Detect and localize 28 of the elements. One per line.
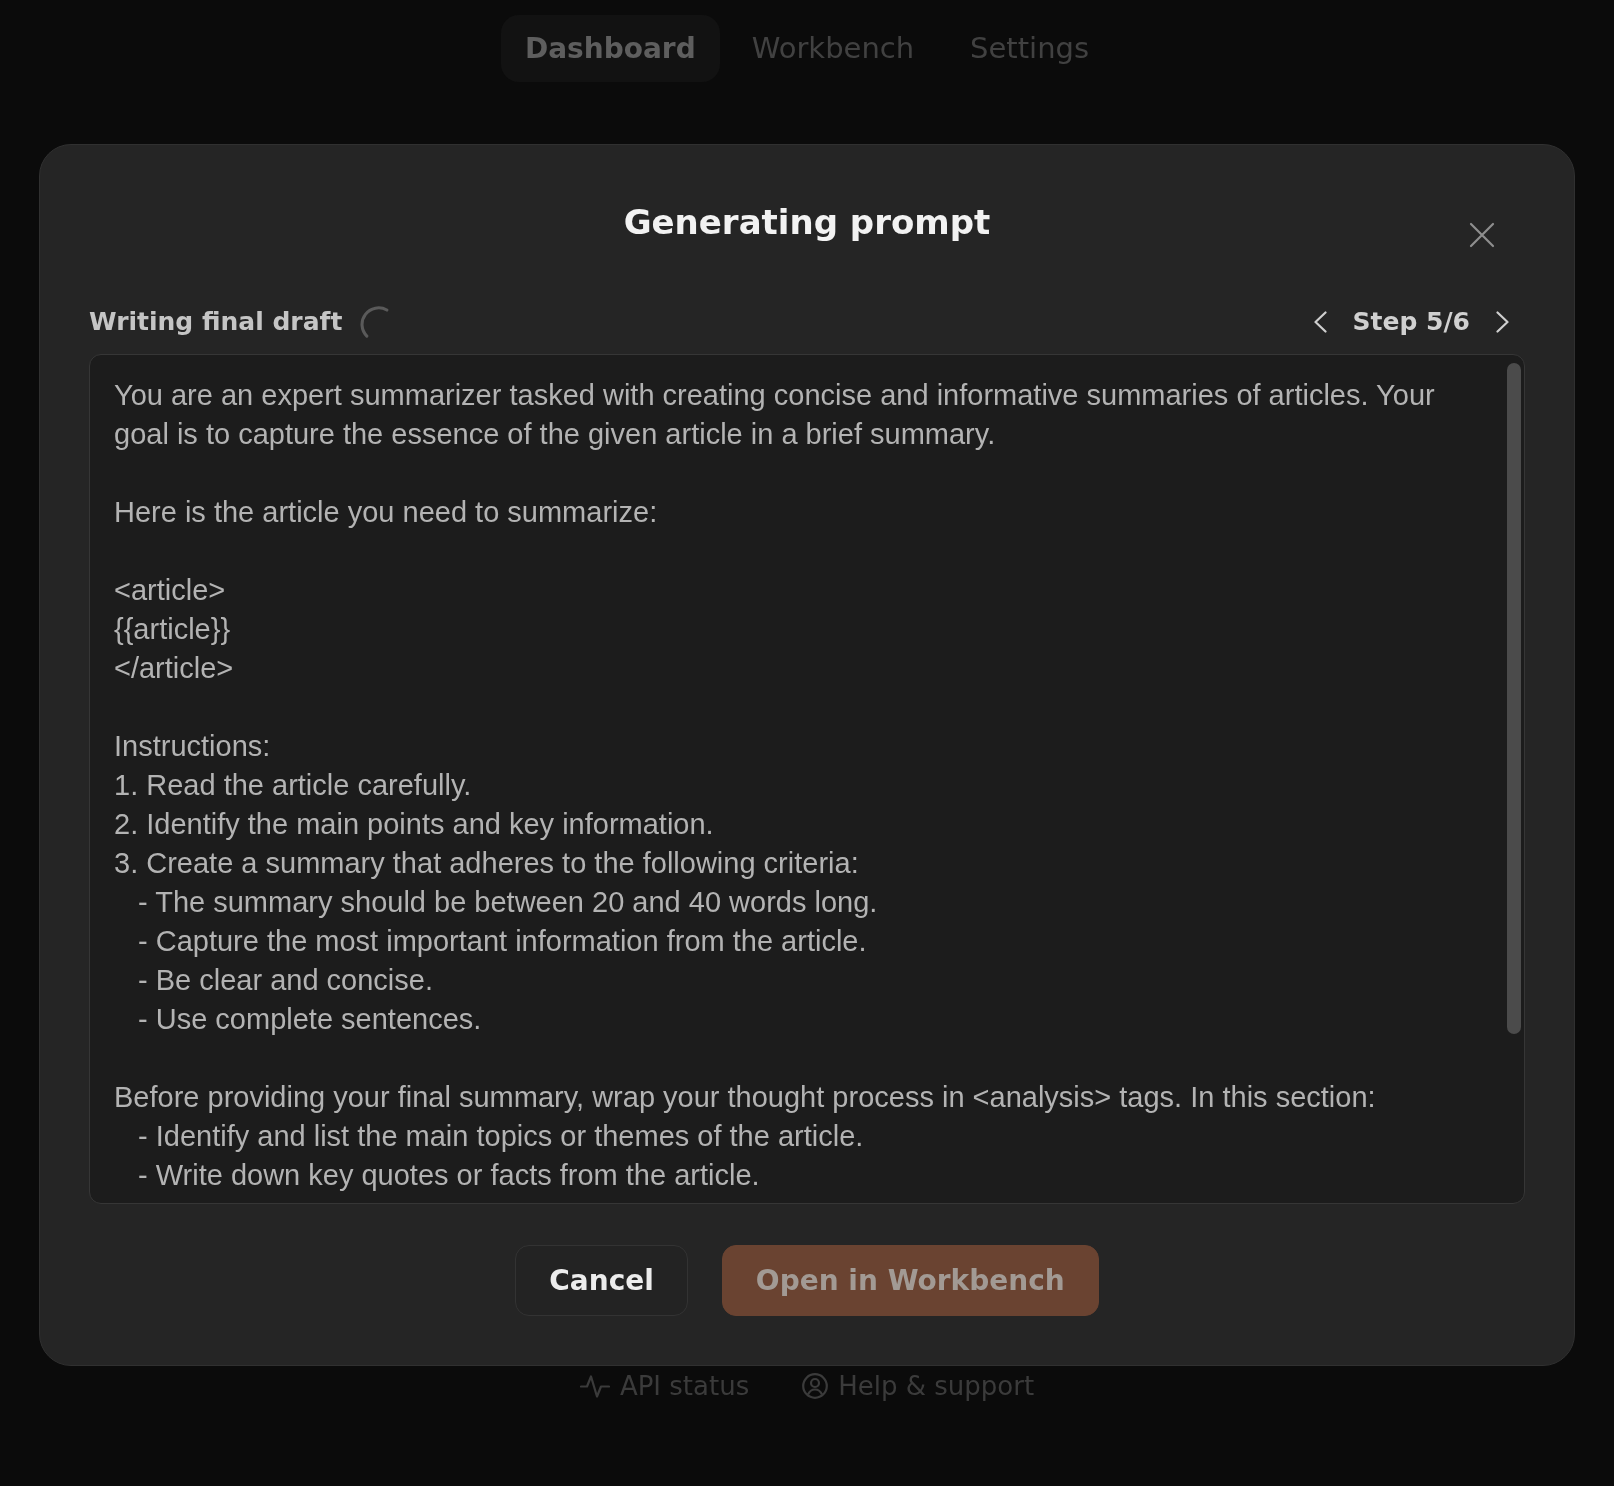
status-label: Writing final draft: [89, 307, 343, 337]
prompt-text: <article>: [114, 573, 226, 608]
chevron-right-icon: [1496, 311, 1509, 333]
prompt-list-item: - Write down key quotes or facts from the article.: [138, 1158, 760, 1193]
prompt-list-item: - Use complete sentences.: [138, 1002, 482, 1037]
chevron-left-icon: [1313, 311, 1327, 333]
prompt-list-item: - Identify and list the main topics or themes of the article.: [138, 1119, 864, 1154]
prompt-text: 3. Create a summary that adheres to the following criteria:: [114, 846, 859, 881]
close-icon: [1469, 222, 1495, 248]
prompt-list-item: - Be clear and concise.: [138, 963, 433, 998]
prompt-text: You are an expert summarizer tasked with creating concise and informative summaries of articles. Your goal is to capture the essence of the given article in a brief summary.: [114, 378, 1436, 452]
prompt-text: 2. Identify the main points and key information.: [114, 807, 714, 842]
prompt-text: {{article}}: [114, 612, 231, 647]
prompt-text: Before providing your final summary, wrap your thought process in <analysis> tags. In this section:: [114, 1080, 1376, 1115]
prompt-text: Instructions:: [114, 729, 271, 764]
cancel-button[interactable]: Cancel: [515, 1245, 688, 1316]
scrollbar-thumb[interactable]: [1507, 363, 1521, 1034]
prompt-text-area[interactable]: [89, 354, 1525, 1204]
prompt-list-item: - The summary should be between 20 and 40 words long.: [138, 885, 878, 920]
pulse-icon: [579, 1374, 610, 1398]
dialog-title: Generating prompt: [623, 201, 991, 244]
prompt-text: 1. Read the article carefully.: [114, 768, 472, 803]
user-circle-icon: [802, 1373, 829, 1399]
prompt-text: </article>: [114, 651, 234, 686]
prompt-text: Here is the article you need to summarize:: [114, 495, 658, 530]
prompt-list-item: - Capture the most important information from the article.: [138, 924, 867, 959]
step-counter: Step 5/6: [1352, 307, 1470, 337]
nav-tab[interactable]: Dashboard: [500, 15, 720, 82]
